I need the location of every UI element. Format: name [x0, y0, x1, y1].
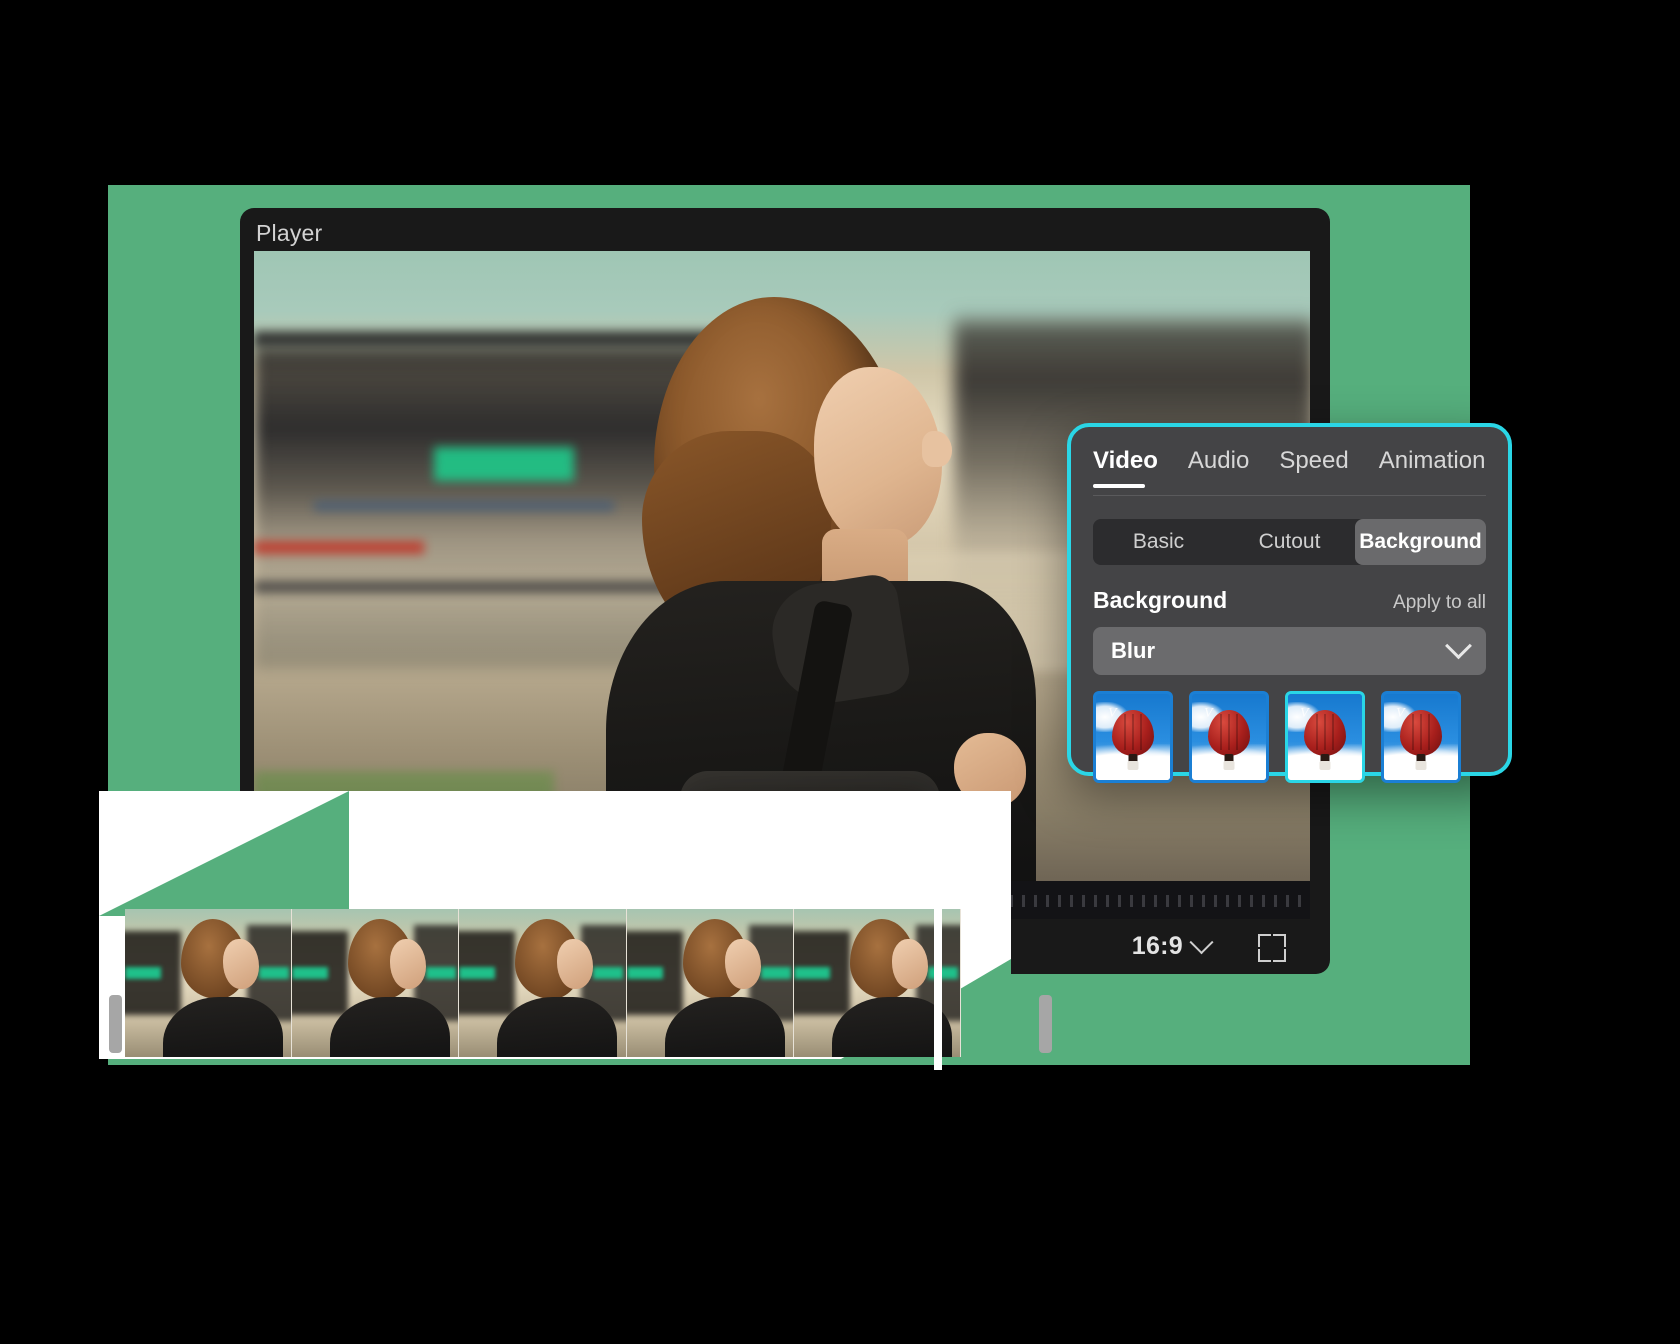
timeline-clip-card [99, 791, 1052, 1059]
trim-handle-left[interactable] [109, 995, 122, 1053]
balloon-preset-3[interactable]: V [1285, 691, 1365, 783]
panel-tabs: Video Audio Speed Animation [1093, 447, 1486, 496]
background-type-select[interactable]: Blur [1093, 627, 1486, 675]
chevron-down-icon [1189, 930, 1214, 955]
properties-panel: Video Audio Speed Animation Basic Cutout… [1067, 423, 1512, 783]
tab-audio[interactable]: Audio [1188, 447, 1265, 487]
segment-cutout[interactable]: Cutout [1224, 519, 1355, 565]
aspect-ratio-button[interactable]: 16:9 [1131, 930, 1214, 961]
tab-speed[interactable]: Speed [1279, 447, 1364, 487]
balloon-preset-4[interactable]: V [1381, 691, 1461, 783]
video-clip-strip[interactable] [125, 909, 961, 1057]
background-section-header: Background Apply to all [1093, 587, 1486, 614]
apply-to-all-link[interactable]: Apply to all [1393, 592, 1486, 614]
fullscreen-icon[interactable] [1258, 934, 1286, 962]
chevron-down-icon [1445, 631, 1472, 659]
tab-video[interactable]: Video [1093, 447, 1174, 488]
tab-animation[interactable]: Animation [1379, 447, 1502, 487]
segment-background[interactable]: Background [1355, 519, 1486, 565]
segmented-control: Basic Cutout Background [1093, 519, 1486, 565]
clip-frame [292, 909, 460, 1057]
clip-frame [125, 909, 293, 1057]
aspect-ratio-label: 16:9 [1131, 932, 1183, 960]
page-title: Player [256, 220, 323, 246]
section-title: Background [1093, 587, 1228, 613]
playhead[interactable] [920, 840, 956, 1070]
playhead-line [934, 876, 942, 1070]
background-thumbnail-list: V V V V [1093, 691, 1461, 783]
balloon-preset-1[interactable]: V [1093, 691, 1173, 783]
balloon-preset-2[interactable]: V [1189, 691, 1269, 783]
clip-frame [459, 909, 627, 1057]
trim-handle-right[interactable] [1039, 995, 1052, 1053]
screenshot-root: Player 16:9 Video Audio Speed Animation … [0, 0, 1680, 1344]
clip-frame [626, 909, 794, 1057]
background-type-value: Blur [1111, 638, 1155, 663]
segment-basic[interactable]: Basic [1093, 519, 1224, 565]
